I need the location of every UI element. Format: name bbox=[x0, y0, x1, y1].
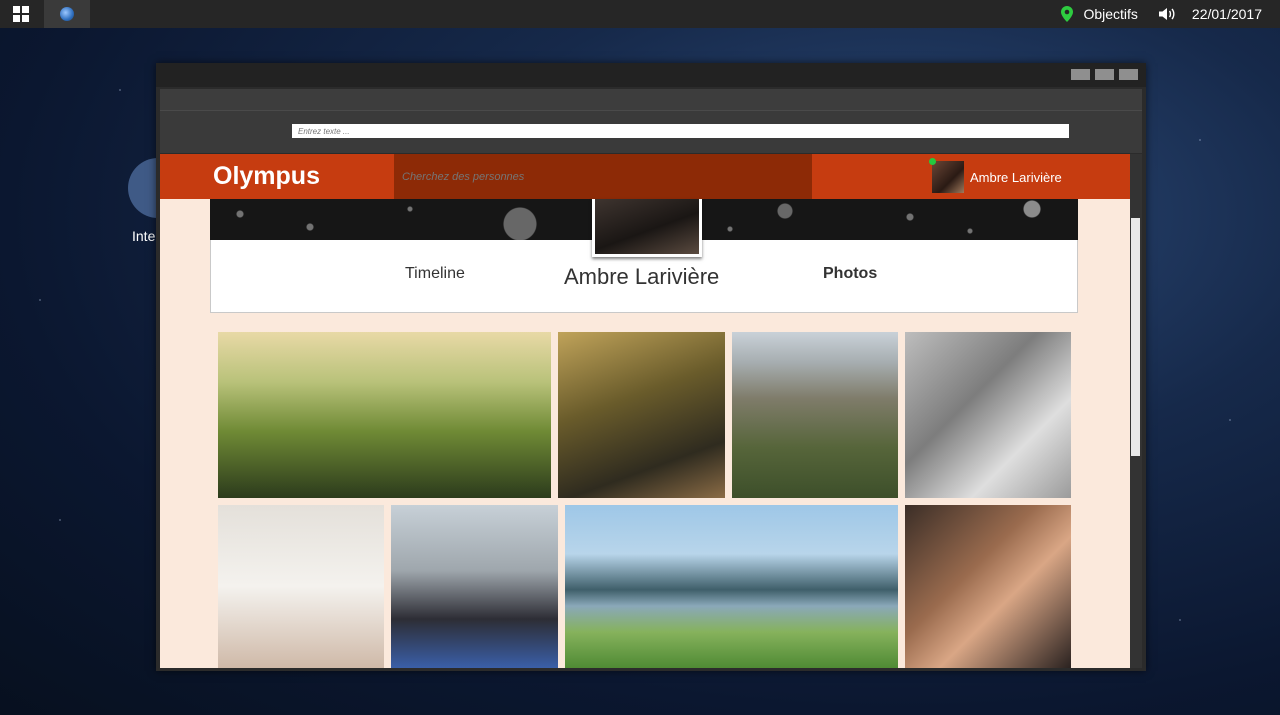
browser-toolbar bbox=[160, 89, 1142, 111]
avatar bbox=[929, 158, 964, 193]
tab-timeline[interactable]: Timeline bbox=[405, 265, 465, 283]
globe-icon bbox=[60, 7, 74, 21]
scrollbar-thumb[interactable] bbox=[1131, 218, 1140, 456]
page-viewport: Olympus Ambre Larivière Timeline Ambre L… bbox=[160, 154, 1130, 668]
photo-thumbnail[interactable] bbox=[218, 505, 384, 668]
profile-name: Ambre Larivière bbox=[564, 264, 720, 289]
photo-thumbnail[interactable] bbox=[732, 332, 898, 498]
window-titlebar[interactable] bbox=[156, 63, 1146, 87]
address-input[interactable] bbox=[292, 124, 1069, 138]
windows-grid-icon bbox=[13, 6, 29, 22]
photo-thumbnail[interactable] bbox=[565, 505, 898, 668]
tab-photos[interactable]: Photos bbox=[823, 265, 877, 283]
taskbar-date: 22/01/2017 bbox=[1191, 6, 1262, 22]
photo-thumbnail[interactable] bbox=[905, 332, 1071, 498]
site-logo[interactable]: Olympus bbox=[213, 162, 320, 191]
photo-thumbnail[interactable] bbox=[391, 505, 558, 668]
site-header: Olympus Ambre Larivière bbox=[160, 154, 1130, 199]
photo-thumbnail[interactable] bbox=[218, 332, 551, 498]
page-scrollbar[interactable] bbox=[1130, 154, 1142, 668]
maximize-button[interactable] bbox=[1095, 69, 1114, 80]
desktop-icon-label: Inte bbox=[132, 228, 156, 244]
location-pin-icon bbox=[1061, 6, 1074, 22]
address-bar-area bbox=[160, 111, 1142, 153]
online-status-dot bbox=[929, 158, 936, 165]
taskbar-app-browser[interactable] bbox=[44, 0, 90, 28]
close-button[interactable] bbox=[1119, 69, 1138, 80]
photo-thumbnail[interactable] bbox=[558, 332, 725, 498]
photo-thumbnail[interactable] bbox=[905, 505, 1071, 668]
user-menu[interactable]: Ambre Larivière bbox=[929, 158, 1062, 193]
user-name: Ambre Larivière bbox=[970, 169, 1062, 185]
taskbar: Objectifs 22/01/2017 bbox=[0, 0, 1280, 28]
minimize-button[interactable] bbox=[1071, 69, 1090, 80]
start-button[interactable] bbox=[0, 0, 42, 28]
speaker-icon[interactable] bbox=[1158, 7, 1176, 21]
browser-window: Olympus Ambre Larivière Timeline Ambre L… bbox=[156, 63, 1146, 671]
window-controls bbox=[1071, 69, 1138, 80]
system-tray: Objectifs 22/01/2017 bbox=[1061, 0, 1262, 28]
objectives-label[interactable]: Objectifs bbox=[1083, 6, 1137, 22]
people-search-input[interactable] bbox=[394, 154, 812, 199]
profile-picture[interactable] bbox=[592, 199, 702, 257]
